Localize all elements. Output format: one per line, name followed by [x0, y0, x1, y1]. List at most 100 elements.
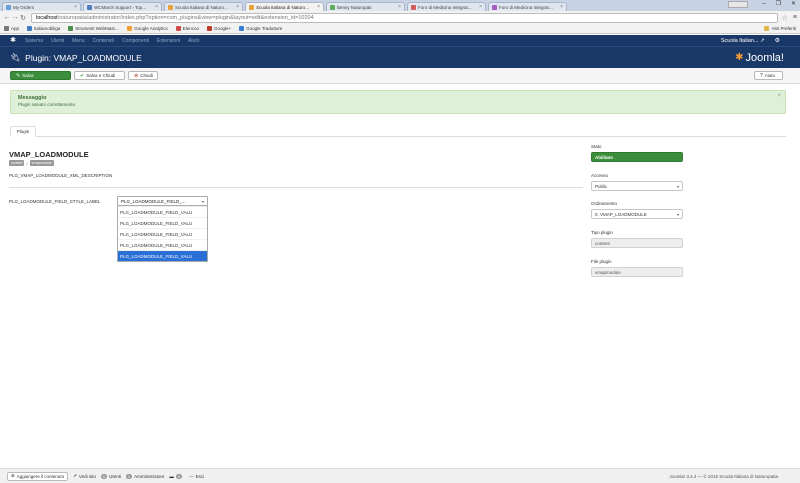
- browser-tab[interactable]: Scuola Italiana di Naturo… ×: [164, 2, 243, 11]
- bookmark-favicon-icon: [175, 26, 181, 31]
- close-icon[interactable]: ×: [74, 4, 77, 10]
- plugin-file-field: vmapmodule: [591, 267, 683, 277]
- logout-label: Esci: [195, 473, 205, 479]
- menu-item-system[interactable]: Sistema: [25, 38, 43, 44]
- browser-profile-button[interactable]: [728, 1, 748, 8]
- bookmark-label: Google+: [214, 26, 232, 31]
- close-icon[interactable]: ×: [155, 4, 158, 10]
- messages-indicator[interactable]: ▬ 0: [169, 473, 184, 479]
- menu-item-help[interactable]: Aiuto: [188, 38, 199, 44]
- tab-label: Scuola Italiana di Naturo…: [256, 4, 310, 10]
- reload-icon[interactable]: ↻: [19, 14, 27, 22]
- close-icon[interactable]: ×: [317, 4, 320, 10]
- tab-label: Foro di Medicina Integrat…: [418, 4, 473, 10]
- status-toggle[interactable]: Abilitato: [591, 152, 683, 162]
- add-content-button[interactable]: ⊕ Aggiungere il contenuto: [7, 471, 69, 481]
- close-button[interactable]: ⊗ Chiudi: [128, 71, 158, 80]
- bookmark-item[interactable]: Italiamobiliga: [27, 26, 60, 31]
- toolbar: ✎ Salva ✔ Salva e Chiudi ⊗ Chiudi ? Aiuto: [0, 68, 800, 84]
- apps-icon: [4, 26, 9, 31]
- forward-arrow-icon[interactable]: →: [11, 14, 19, 21]
- plugin-type-field: content: [591, 238, 683, 248]
- save-close-label: Salva e Chiudi: [86, 73, 116, 78]
- ordering-value: 0. VMAP_LOADMODULE: [595, 211, 647, 217]
- bookmark-item[interactable]: App: [4, 26, 19, 31]
- style-options-list: PLG_LOADMODULE_FIELD_VALU PLG_LOADMODULE…: [117, 206, 208, 262]
- ordering-select[interactable]: 0. VMAP_LOADMODULE ▾: [591, 209, 683, 219]
- save-button[interactable]: ✎ Salva: [10, 71, 71, 80]
- url-path: /naturopatia/administrator/index.php?opt…: [57, 14, 314, 21]
- menu-item-extensions[interactable]: Estensioni: [157, 38, 180, 44]
- bookmark-favicon-icon: [239, 26, 245, 31]
- plugin-type-group: Tipo plugin content: [591, 230, 683, 248]
- style-option[interactable]: PLG_LOADMODULE_FIELD_VALU: [118, 239, 207, 250]
- style-select-value: PLG_LOADMODULE_FIELD_...: [121, 198, 186, 204]
- visitors-indicator[interactable]: 0 Utenti: [100, 473, 121, 479]
- bookmark-favicon-icon: [127, 26, 133, 31]
- browser-tab[interactable]: My Orders ×: [2, 2, 81, 11]
- gear-icon[interactable]: ⚙: [775, 37, 780, 44]
- bookmark-label: Strumenti WebMast…: [75, 26, 120, 31]
- url-host: localhost: [36, 14, 58, 21]
- close-window-icon[interactable]: ✕: [791, 0, 796, 9]
- tab-favicon-icon: [492, 4, 497, 10]
- browser-tab[interactable]: Benvy Naturopati ×: [326, 2, 405, 11]
- bookmark-item[interactable]: Strumenti WebMast…: [68, 26, 119, 31]
- maximize-icon[interactable]: ❐: [776, 0, 781, 9]
- bookmark-item[interactable]: Google Traduttore: [239, 26, 282, 31]
- bookmark-item[interactable]: Elencoo: [175, 26, 200, 31]
- admins-indicator[interactable]: 1 Amministratore: [125, 473, 164, 479]
- browser-tab[interactable]: WCMarch Support › Top… ×: [83, 2, 162, 11]
- browser-menu-icon[interactable]: ≡: [793, 14, 797, 21]
- style-select[interactable]: PLG_LOADMODULE_FIELD_... ▾: [117, 196, 208, 206]
- close-icon[interactable]: ×: [777, 93, 781, 99]
- menu-item-menus[interactable]: Menu: [72, 38, 85, 44]
- browser-tab-active[interactable]: Scuola Italiana di Naturo… ×: [245, 2, 324, 11]
- access-select[interactable]: Public ▾: [591, 181, 683, 191]
- tab-label: WCMarch Support › Top…: [94, 4, 147, 10]
- bookmark-star-icon[interactable]: ☆: [782, 14, 788, 22]
- logout-link[interactable]: — Esci: [189, 474, 204, 479]
- site-name-link[interactable]: Scuola Italian... ↗: [721, 38, 765, 44]
- tab-favicon-icon: [330, 4, 335, 10]
- close-icon[interactable]: ×: [236, 4, 239, 10]
- question-icon: ?: [760, 72, 763, 79]
- divider: [9, 187, 583, 188]
- ordering-group: Ordinamento 0. VMAP_LOADMODULE ▾: [591, 201, 683, 219]
- url-input[interactable]: localhost/naturopatia/administrator/inde…: [31, 12, 778, 23]
- help-button[interactable]: ? Aiuto: [754, 71, 783, 80]
- joomla-logo-icon[interactable]: ✱: [9, 37, 17, 45]
- admins-count: 1: [125, 473, 133, 479]
- tab-favicon-icon: [168, 4, 173, 10]
- back-arrow-icon[interactable]: ←: [3, 14, 11, 21]
- menu-item-content[interactable]: Contenuti: [93, 38, 114, 44]
- style-option[interactable]: PLG_LOADMODULE_FIELD_VALU: [118, 228, 207, 239]
- visitors-count: 0: [100, 473, 108, 479]
- menu-item-users[interactable]: Utenti: [51, 38, 64, 44]
- style-option[interactable]: PLG_LOADMODULE_FIELD_VALU: [118, 206, 207, 217]
- bookmark-label: Elencoo: [182, 26, 200, 31]
- bookmark-item[interactable]: Google Analytics: [127, 26, 168, 31]
- page-header: 🔌︎ Plugin: VMAP_LOADMODULE ✱ Joomla!: [0, 46, 800, 68]
- menu-item-components[interactable]: Componenti: [122, 38, 149, 44]
- tab-label: My Orders: [13, 4, 35, 10]
- other-bookmarks[interactable]: Altri Preferiti: [764, 26, 796, 31]
- close-icon[interactable]: ×: [560, 4, 563, 10]
- plugin-description: PLG_VMAP_LOADMODULE_XML_DESCRIPTION: [9, 173, 113, 178]
- style-select-dropdown[interactable]: PLG_LOADMODULE_FIELD_... ▾ PLG_LOADMODUL…: [117, 196, 208, 262]
- save-label: Salva: [22, 73, 34, 78]
- plugin-title: VMAP_LOADMODULE: [9, 150, 89, 159]
- close-icon[interactable]: ×: [398, 4, 401, 10]
- tab-plugin[interactable]: Plugin: [10, 126, 36, 137]
- browser-tab[interactable]: Foro di Medicina Integrat… ×: [407, 2, 486, 11]
- style-option-selected[interactable]: PLG_LOADMODULE_FIELD_VALU: [118, 250, 207, 261]
- browser-tab[interactable]: Foro di Medicina Integrat… ×: [488, 2, 567, 11]
- view-site-link[interactable]: ⇗ Vedi sito: [73, 473, 96, 479]
- plugin-file-group: File plugin vmapmodule: [591, 259, 683, 277]
- bookmark-item[interactable]: Google+: [207, 26, 231, 31]
- minimize-icon[interactable]: –: [762, 0, 765, 9]
- close-icon[interactable]: ×: [479, 4, 482, 10]
- style-option[interactable]: PLG_LOADMODULE_FIELD_VALU: [118, 217, 207, 228]
- save-icon: ✎: [16, 72, 21, 79]
- save-close-button[interactable]: ✔ Salva e Chiudi: [74, 71, 125, 80]
